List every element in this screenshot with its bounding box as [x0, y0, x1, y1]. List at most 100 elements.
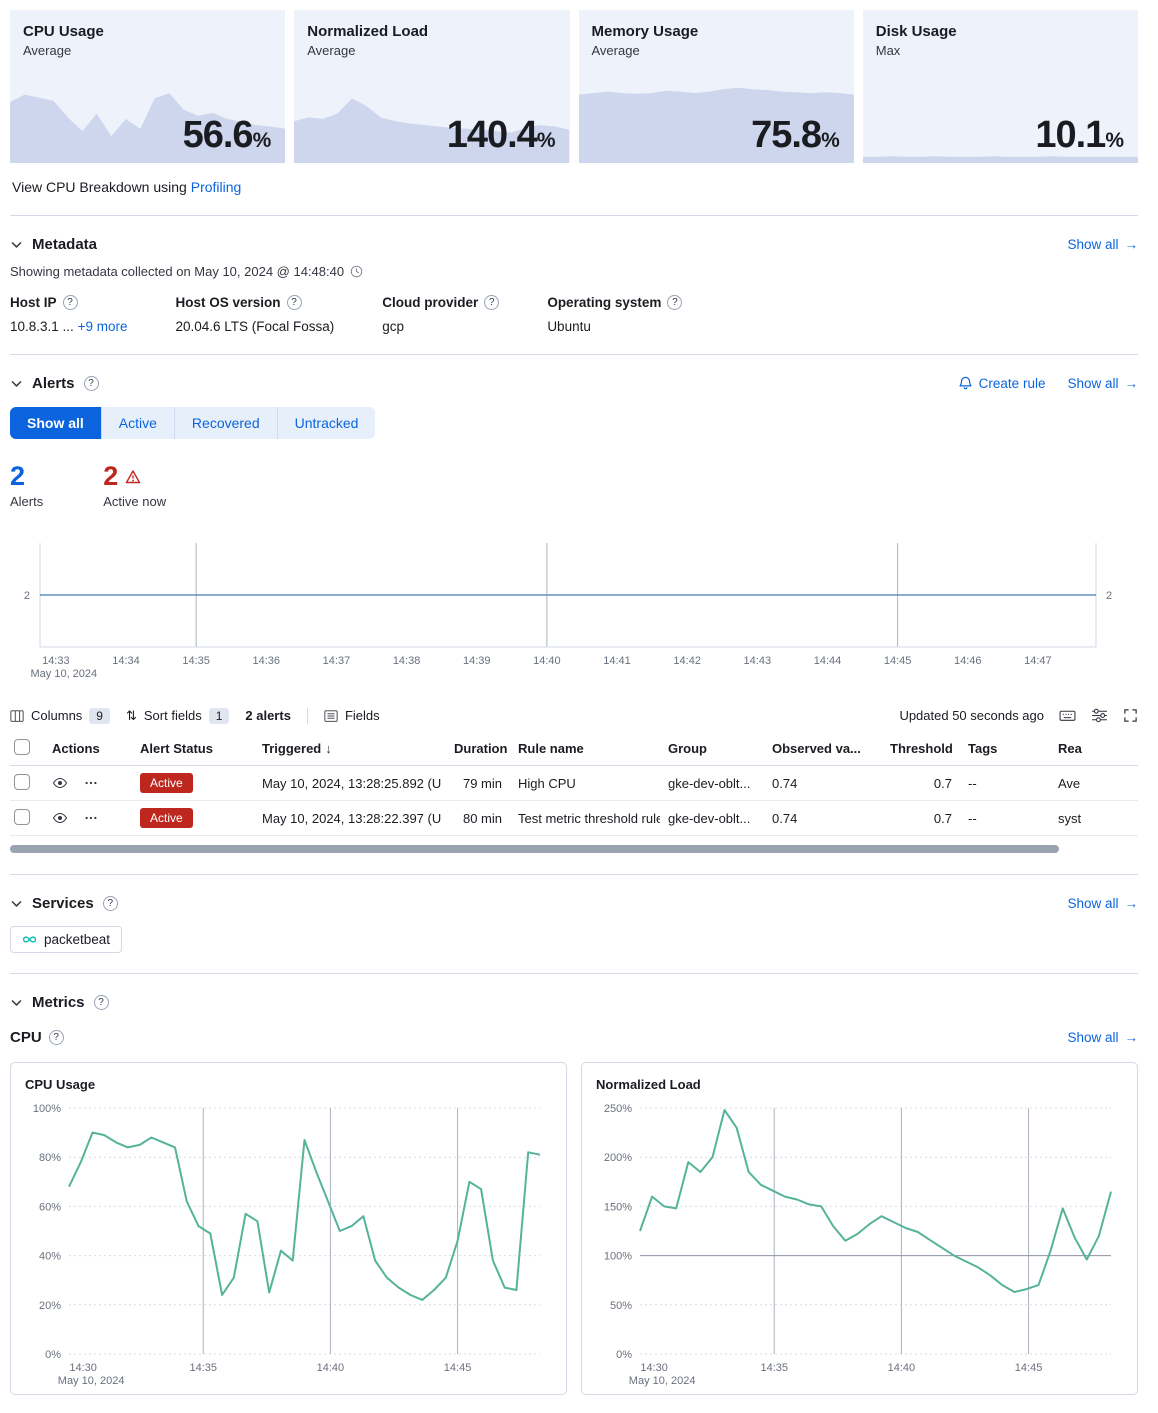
svg-text:14:47: 14:47 [1024, 655, 1052, 667]
chevron-down-icon[interactable] [10, 996, 23, 1009]
row-cell-threshold: 0.7 [882, 769, 960, 798]
services-section-title: Services [32, 895, 94, 912]
col-reason[interactable]: Rea [1050, 734, 1138, 763]
tab-active[interactable]: Active [102, 407, 175, 439]
services-show-all-link[interactable]: Show all → [1067, 896, 1138, 911]
row-cell-actions [44, 803, 132, 833]
updated-text: Updated 50 seconds ago [899, 708, 1044, 723]
svg-text:14:39: 14:39 [463, 655, 491, 667]
kpi-value-unit: % [821, 129, 840, 152]
select-all-checkbox[interactable] [14, 739, 30, 755]
svg-text:80%: 80% [39, 1152, 61, 1164]
col-group[interactable]: Group [660, 734, 764, 763]
warning-triangle-icon [125, 469, 141, 485]
kpi-title: Memory Usage [579, 10, 854, 43]
svg-text:14:45: 14:45 [884, 655, 912, 667]
col-rule-name[interactable]: Rule name [510, 734, 660, 763]
fields-button[interactable]: Fields [324, 708, 380, 723]
svg-text:100%: 100% [604, 1251, 632, 1263]
svg-text:14:35: 14:35 [189, 1362, 217, 1374]
scrollbar-thumb[interactable] [10, 845, 1059, 853]
packetbeat-icon [22, 932, 37, 947]
bell-icon [958, 376, 973, 391]
service-name: packetbeat [44, 932, 110, 947]
row-cell-reason: Ave [1050, 769, 1138, 798]
question-icon[interactable]: ? [84, 376, 99, 391]
chevron-down-icon[interactable] [10, 238, 23, 251]
kpi-card-memory-usage[interactable]: Memory Usage Average 75.8% [579, 10, 854, 163]
cpu-subsection-label: CPU [10, 1029, 42, 1046]
svg-text:14:30: 14:30 [640, 1362, 668, 1374]
meta-label: Host OS version ? [175, 295, 334, 310]
create-rule-link[interactable]: Create rule [958, 376, 1046, 391]
host-detail-page: CPU Usage Average 56.6% Normalized Load … [0, 0, 1158, 1413]
row-cell-tags: -- [960, 804, 1050, 833]
col-triggered[interactable]: Triggered ↓ [254, 734, 446, 763]
question-icon[interactable]: ? [49, 1030, 64, 1045]
metrics-section-title: Metrics [32, 994, 85, 1011]
header-cell-checkbox [10, 732, 44, 765]
chevron-down-icon[interactable] [10, 377, 23, 390]
sort-fields-button[interactable]: ⇅ Sort fields 1 [126, 708, 229, 724]
service-pill-packetbeat[interactable]: packetbeat [10, 926, 122, 953]
svg-text:2: 2 [1106, 590, 1112, 602]
tab-show-all[interactable]: Show all [10, 407, 102, 439]
meta-label: Operating system ? [547, 295, 682, 310]
profiling-link[interactable]: Profiling [191, 179, 242, 195]
row-checkbox[interactable] [14, 774, 30, 790]
display-options-icon[interactable] [1091, 707, 1108, 724]
svg-text:200%: 200% [604, 1152, 632, 1164]
columns-button[interactable]: Columns 9 [10, 708, 110, 724]
col-duration[interactable]: Duration [446, 734, 510, 763]
svg-text:14:41: 14:41 [603, 655, 631, 667]
alerts-table-header-row: Actions Alert Status Triggered ↓ Duratio… [10, 732, 1138, 766]
fields-icon [324, 709, 338, 723]
kpi-card-cpu-usage[interactable]: CPU Usage Average 56.6% [10, 10, 285, 163]
more-actions-icon[interactable] [84, 811, 98, 825]
tab-recovered[interactable]: Recovered [175, 407, 278, 439]
fullscreen-icon[interactable] [1123, 708, 1138, 723]
meta-value-text: gcp [382, 319, 404, 334]
svg-text:14:35: 14:35 [182, 655, 210, 667]
question-icon[interactable]: ? [287, 295, 302, 310]
cpu-usage-chart[interactable]: 0%20%40%60%80%100%14:30May 10, 202414:35… [23, 1096, 554, 1388]
profiling-note-text: View CPU Breakdown using [12, 179, 187, 195]
question-icon[interactable]: ? [63, 295, 78, 310]
question-icon[interactable]: ? [94, 995, 109, 1010]
svg-text:20%: 20% [39, 1300, 61, 1312]
normalized-load-chart[interactable]: 0%50%100%150%200%250%14:30May 10, 202414… [594, 1096, 1125, 1388]
alerts-title-wrap: Alerts ? [10, 375, 99, 392]
sort-desc-icon: ↓ [325, 741, 332, 756]
row-checkbox[interactable] [14, 809, 30, 825]
arrow-right-icon: → [1125, 896, 1139, 911]
status-badge: Active [140, 808, 193, 828]
toolbar-right: Updated 50 seconds ago [899, 707, 1138, 724]
columns-icon [10, 709, 24, 723]
keyboard-shortcuts-icon[interactable] [1059, 707, 1076, 724]
alerts-show-all-link[interactable]: Show all → [1067, 376, 1138, 391]
view-details-eye-icon[interactable] [52, 775, 68, 791]
metadata-title-wrap: Metadata [10, 236, 97, 253]
question-icon[interactable]: ? [103, 896, 118, 911]
chevron-down-icon[interactable] [10, 897, 23, 910]
metrics-show-all-link[interactable]: Show all → [1067, 1030, 1138, 1045]
sort-count-badge: 1 [209, 708, 230, 724]
question-icon[interactable]: ? [667, 295, 682, 310]
kpi-title: CPU Usage [10, 10, 285, 43]
metadata-field-host-os: Host OS version ? 20.04.6 LTS (Focal Fos… [175, 295, 334, 334]
metadata-field-host-ip: Host IP ? 10.8.3.1 ... +9 more [10, 295, 127, 334]
question-icon[interactable]: ? [484, 295, 499, 310]
kpi-card-normalized-load[interactable]: Normalized Load Average 140.4% [294, 10, 569, 163]
col-observed-value[interactable]: Observed va... [764, 734, 882, 763]
col-threshold[interactable]: Threshold [882, 734, 960, 763]
show-more-ips-link[interactable]: +9 more [78, 319, 128, 334]
kpi-card-disk-usage[interactable]: Disk Usage Max 10.1% [863, 10, 1138, 163]
kpi-value-number: 140.4 [447, 114, 537, 156]
alert-row: Active May 10, 2024, 13:28:22.397 (U 80 … [10, 801, 1138, 836]
more-actions-icon[interactable] [84, 776, 98, 790]
col-alert-status[interactable]: Alert Status [132, 734, 254, 763]
view-details-eye-icon[interactable] [52, 810, 68, 826]
tab-untracked[interactable]: Untracked [278, 407, 376, 439]
metadata-show-all-link[interactable]: Show all → [1067, 237, 1138, 252]
col-tags[interactable]: Tags [960, 734, 1050, 763]
